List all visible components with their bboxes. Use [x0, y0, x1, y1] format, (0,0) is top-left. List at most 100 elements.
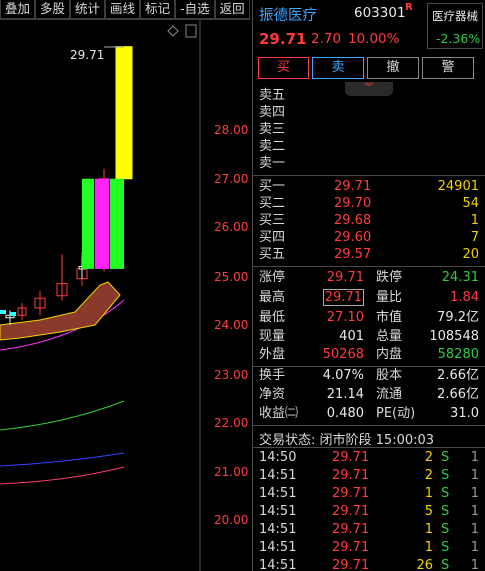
stats-divider: [253, 425, 485, 426]
buy-button[interactable]: 买: [258, 57, 309, 79]
chart-scroll-handle: [185, 24, 197, 38]
ask-label: 卖四: [259, 105, 286, 120]
tick-time: 14:50: [259, 450, 297, 465]
highlight-bar: [82, 178, 94, 269]
current-volume-value: 401: [339, 329, 364, 344]
ma-line-green: [0, 400, 125, 431]
peak-price-label: 29.71: [70, 48, 105, 62]
price-change: 2.70: [311, 31, 342, 47]
stat-row: 涨停 29.71 跌停 24.31: [259, 269, 483, 287]
bid-price: 29.68: [334, 213, 372, 228]
tick-volume: 1: [424, 522, 433, 537]
tick-side: S: [441, 468, 450, 483]
tick-row: 14:50 29.71 2 S 1: [259, 449, 483, 467]
sell-button[interactable]: 卖: [312, 57, 364, 79]
bid-volume: 7: [470, 230, 479, 245]
bid-label: 买五: [259, 247, 286, 262]
overlay-button[interactable]: 叠加: [0, 0, 36, 19]
orderbook-divider: [253, 266, 485, 267]
tick-count: 1: [470, 540, 479, 555]
pe-label: PE(动): [376, 406, 416, 421]
y-tick-label: 24.00: [214, 318, 249, 332]
low-label: 最低: [259, 310, 286, 325]
tick-time: 14:51: [259, 468, 297, 483]
tick-count: 1: [470, 522, 479, 537]
bid-label: 买一: [259, 179, 286, 194]
stat-row: 外盘 50268 内盘 58280: [259, 346, 483, 364]
turnover-label: 换手: [259, 368, 286, 383]
ask-row: 卖四: [259, 104, 483, 121]
tick-side: S: [441, 504, 450, 519]
bid-price: 29.70: [334, 196, 372, 211]
cancel-order-button[interactable]: 撤: [367, 57, 419, 79]
tick-time: 14:51: [259, 540, 297, 555]
net-assets-label: 净资: [259, 387, 286, 402]
bid-label: 买三: [259, 213, 286, 228]
y-tick-label: 25.00: [214, 270, 249, 284]
tick-volume: 2: [424, 468, 433, 483]
eps-value: 0.480: [326, 406, 364, 421]
last-price: 29.71: [259, 30, 307, 48]
highlight-bar: [95, 178, 109, 269]
sector-change: -2.36%: [436, 31, 481, 46]
limit-up-label: 涨停: [259, 270, 286, 285]
back-button[interactable]: 返回: [214, 0, 250, 19]
tick-price: 29.71: [332, 450, 370, 465]
y-tick-label: 27.00: [214, 172, 249, 186]
share-capital-label: 股本: [376, 368, 403, 383]
trade-button-row: 买 卖 撤 警: [258, 57, 482, 79]
chart-toolbar: 叠加 多股 统计 画线 标记 -自选 返回: [0, 0, 250, 20]
bid-row: 买四 29.60 7: [259, 229, 483, 246]
margin-flag-badge: R: [405, 2, 413, 13]
pe-value: 31.0: [450, 406, 479, 421]
high-value: 29.71: [322, 289, 364, 306]
alert-button[interactable]: 警: [422, 57, 474, 79]
statistics-button[interactable]: 统计: [70, 0, 106, 19]
multi-stock-button[interactable]: 多股: [35, 0, 71, 19]
y-tick-label: 26.00: [214, 220, 249, 234]
kline-chart[interactable]: 29.71 28.00 27.00 26.00 25.00 24.00 23.0…: [0, 20, 252, 571]
bid-price: 29.57: [334, 247, 372, 262]
volume-ratio-label: 量比: [376, 290, 403, 305]
bid-row: 买一 29.71 24901: [259, 178, 483, 195]
ask-row: 卖五: [259, 87, 483, 104]
mark-button[interactable]: 标记: [140, 0, 176, 19]
tick-time: 14:51: [259, 558, 297, 571]
tick-volume: 1: [424, 486, 433, 501]
stock-name[interactable]: 振德医疗: [259, 4, 317, 25]
stat-row: 最高 29.71 量比 1.84: [259, 289, 483, 307]
tick-price: 29.71: [332, 558, 370, 571]
sector-box[interactable]: 医疗器械 -2.36%: [427, 3, 483, 49]
outer-volume-label: 外盘: [259, 347, 286, 362]
candle-body: [115, 46, 133, 180]
bid-row: 买三 29.68 1: [259, 212, 483, 229]
inner-volume-label: 内盘: [376, 347, 403, 362]
tick-price: 29.71: [332, 468, 370, 483]
sector-name: 医疗器械: [432, 9, 478, 23]
bid-volume: 54: [462, 196, 479, 211]
bid-volume: 1: [470, 213, 479, 228]
y-tick-label: 23.00: [214, 368, 249, 382]
tick-row: 14:51 29.71 2 S 1: [259, 467, 483, 485]
tick-volume: 26: [416, 558, 433, 571]
ask-label: 卖二: [259, 139, 286, 154]
high-label: 最高: [259, 290, 286, 305]
tick-price: 29.71: [332, 522, 370, 537]
tick-side: S: [441, 486, 450, 501]
y-tick-label: 20.00: [214, 513, 249, 527]
bid-label: 买二: [259, 196, 286, 211]
tick-volume: 2: [424, 450, 433, 465]
net-assets-value: 21.14: [326, 387, 364, 402]
remove-watchlist-button[interactable]: -自选: [175, 0, 215, 19]
tick-price: 29.71: [332, 504, 370, 519]
bid-label: 买四: [259, 230, 286, 245]
tick-time: 14:51: [259, 486, 297, 501]
market-cap-value: 79.2亿: [437, 310, 479, 325]
tick-price: 29.71: [332, 540, 370, 555]
orderbook-divider: [253, 175, 485, 176]
draw-line-button[interactable]: 画线: [105, 0, 141, 19]
tick-side: S: [441, 558, 450, 571]
left-edge-marker: [0, 310, 6, 314]
tick-row: 14:51 29.71 5 S 1: [259, 503, 483, 521]
kline-canvas[interactable]: [0, 20, 252, 571]
